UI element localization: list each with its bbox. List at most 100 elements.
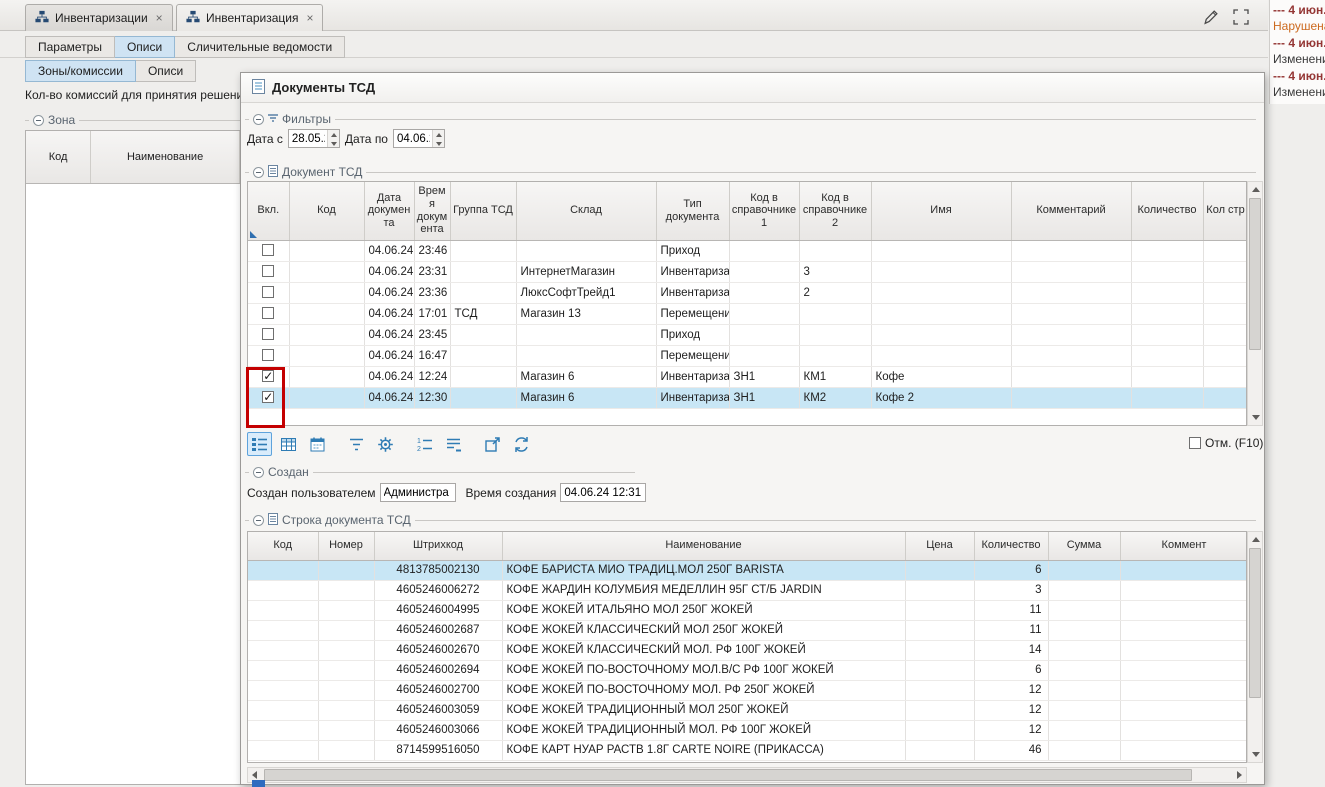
date-from-input[interactable]	[288, 129, 340, 148]
cell-name[interactable]	[871, 240, 1011, 261]
column-header[interactable]: Дата документа	[364, 182, 414, 240]
cell-doc_type[interactable]: Перемещени	[656, 303, 729, 324]
cell-time[interactable]: 17:01	[414, 303, 450, 324]
cell-include[interactable]	[248, 261, 289, 282]
scrollbar-thumb[interactable]	[1249, 198, 1261, 350]
cell-comment[interactable]	[1120, 560, 1247, 580]
cell-qty[interactable]: 6	[974, 660, 1048, 680]
scroll-down-arrow[interactable]	[1248, 747, 1262, 762]
cell-date[interactable]: 04.06.24	[364, 324, 414, 345]
cell-lines[interactable]	[1203, 282, 1247, 303]
table-row[interactable]: 4605246004995КОФЕ ЖОКЕЙ ИТАЛЬЯНО МОЛ 250…	[248, 600, 1247, 620]
cell-ref2[interactable]	[799, 303, 871, 324]
table-row[interactable]: 04.06.2417:01ТСДМагазин 13Перемещени	[248, 303, 1247, 324]
doc-tab-inventarizacii[interactable]: Инвентаризации ×	[25, 4, 173, 31]
cell-doc_type[interactable]: Приход	[656, 324, 729, 345]
table-row[interactable]: 4605246002694КОФЕ ЖОКЕЙ ПО-ВОСТОЧНОМУ МО…	[248, 660, 1247, 680]
cell-sum[interactable]	[1048, 700, 1120, 720]
cell-ref1[interactable]: ЗН1	[729, 366, 799, 387]
cell-date[interactable]: 04.06.24	[364, 240, 414, 261]
cell-include[interactable]	[248, 324, 289, 345]
cell-date[interactable]: 04.06.24	[364, 387, 414, 408]
cell-code[interactable]	[289, 303, 364, 324]
cell-name[interactable]	[871, 261, 1011, 282]
numbered-list-icon[interactable]: 12	[412, 432, 437, 456]
cell-sum[interactable]	[1048, 660, 1120, 680]
cell-qty[interactable]	[1131, 261, 1203, 282]
maximize-icon[interactable]	[1231, 7, 1251, 27]
table-row[interactable]: 4605246003066КОФЕ ЖОКЕЙ ТРАДИЦИОННЫЙ МОЛ…	[248, 720, 1247, 740]
cell-group[interactable]: ТСД	[450, 303, 516, 324]
cell-price[interactable]	[905, 640, 974, 660]
cell-comment[interactable]	[1120, 580, 1247, 600]
cell-barcode[interactable]: 4605246003066	[374, 720, 502, 740]
cell-ref1[interactable]: ЗН1	[729, 387, 799, 408]
table-row[interactable]: 4605246003059КОФЕ ЖОКЕЙ ТРАДИЦИОННЫЙ МОЛ…	[248, 700, 1247, 720]
cell-group[interactable]	[450, 261, 516, 282]
table-row[interactable]: 04.06.2423:46Приход	[248, 240, 1247, 261]
cell-warehouse[interactable]	[516, 324, 656, 345]
list-view-icon[interactable]	[247, 432, 272, 456]
column-header[interactable]: Комментарий	[1011, 182, 1131, 240]
cell-qty[interactable]	[1131, 387, 1203, 408]
close-icon[interactable]: ×	[306, 11, 313, 25]
cell-price[interactable]	[905, 660, 974, 680]
collapse-zone-button[interactable]	[33, 115, 44, 126]
cell-ref1[interactable]	[729, 303, 799, 324]
cell-name[interactable]	[871, 345, 1011, 366]
cell-num[interactable]	[318, 580, 374, 600]
cell-name[interactable]: КОФЕ ЖОКЕЙ ИТАЛЬЯНО МОЛ 250Г ЖОКЕЙ	[502, 600, 905, 620]
marked-f10-checkbox[interactable]: Отм. (F10)	[1189, 436, 1263, 450]
table-row[interactable]: 4605246002700КОФЕ ЖОКЕЙ ПО-ВОСТОЧНОМУ МО…	[248, 680, 1247, 700]
cell-include[interactable]	[248, 303, 289, 324]
cell-code[interactable]	[289, 261, 364, 282]
cell-qty[interactable]	[1131, 366, 1203, 387]
cell-group[interactable]	[450, 387, 516, 408]
cell-doc_type[interactable]: Инвентариза	[656, 282, 729, 303]
cell-time[interactable]: 23:36	[414, 282, 450, 303]
cell-sum[interactable]	[1048, 560, 1120, 580]
table-row[interactable]: 04.06.2412:30Магазин 6ИнвентаризаЗН1КМ2К…	[248, 387, 1247, 408]
cell-name[interactable]: Кофе	[871, 366, 1011, 387]
cell-num[interactable]	[318, 560, 374, 580]
cell-ref1[interactable]	[729, 345, 799, 366]
cell-include[interactable]	[248, 345, 289, 366]
cell-lines[interactable]	[1203, 303, 1247, 324]
cell-qty[interactable]: 46	[974, 740, 1048, 760]
cell-qty[interactable]: 14	[974, 640, 1048, 660]
cell-group[interactable]	[450, 282, 516, 303]
cell-ref1[interactable]	[729, 261, 799, 282]
cell-ref1[interactable]	[729, 324, 799, 345]
cell-lines[interactable]	[1203, 261, 1247, 282]
column-header[interactable]: Время документа	[414, 182, 450, 240]
column-header[interactable]: Количество	[974, 532, 1048, 560]
filter-icon[interactable]	[344, 432, 369, 456]
cell-qty[interactable]	[1131, 282, 1203, 303]
list-filter-icon[interactable]	[441, 432, 466, 456]
cell-name[interactable]: КОФЕ ЖОКЕЙ ПО-ВОСТОЧНОМУ МОЛ. РФ 250Г ЖО…	[502, 680, 905, 700]
cell-code[interactable]	[248, 600, 318, 620]
cell-barcode[interactable]: 4605246002687	[374, 620, 502, 640]
cell-barcode[interactable]: 4605246003059	[374, 700, 502, 720]
cell-doc_type[interactable]: Инвентариза	[656, 366, 729, 387]
cell-name[interactable]	[871, 324, 1011, 345]
collapse-filters-button[interactable]	[253, 114, 264, 125]
cell-code[interactable]	[248, 680, 318, 700]
cell-warehouse[interactable]: ЛюксСофтТрейд1	[516, 282, 656, 303]
cell-lines[interactable]	[1203, 240, 1247, 261]
cell-date[interactable]: 04.06.24	[364, 366, 414, 387]
cell-name[interactable]: Кофе 2	[871, 387, 1011, 408]
cell-price[interactable]	[905, 680, 974, 700]
scrollbar-thumb[interactable]	[1249, 548, 1261, 698]
scroll-down-arrow[interactable]	[1248, 410, 1262, 425]
cell-ref2[interactable]	[799, 324, 871, 345]
column-header[interactable]: Код	[289, 182, 364, 240]
cell-lines[interactable]	[1203, 345, 1247, 366]
column-header[interactable]: Наименование	[91, 131, 240, 183]
doc-table-vertical-scrollbar[interactable]	[1247, 181, 1263, 426]
cell-num[interactable]	[318, 740, 374, 760]
table-row[interactable]: 04.06.2416:47Перемещени	[248, 345, 1247, 366]
cell-qty[interactable]: 11	[974, 620, 1048, 640]
scrollbar-thumb[interactable]	[264, 769, 1192, 781]
cell-code[interactable]	[289, 240, 364, 261]
